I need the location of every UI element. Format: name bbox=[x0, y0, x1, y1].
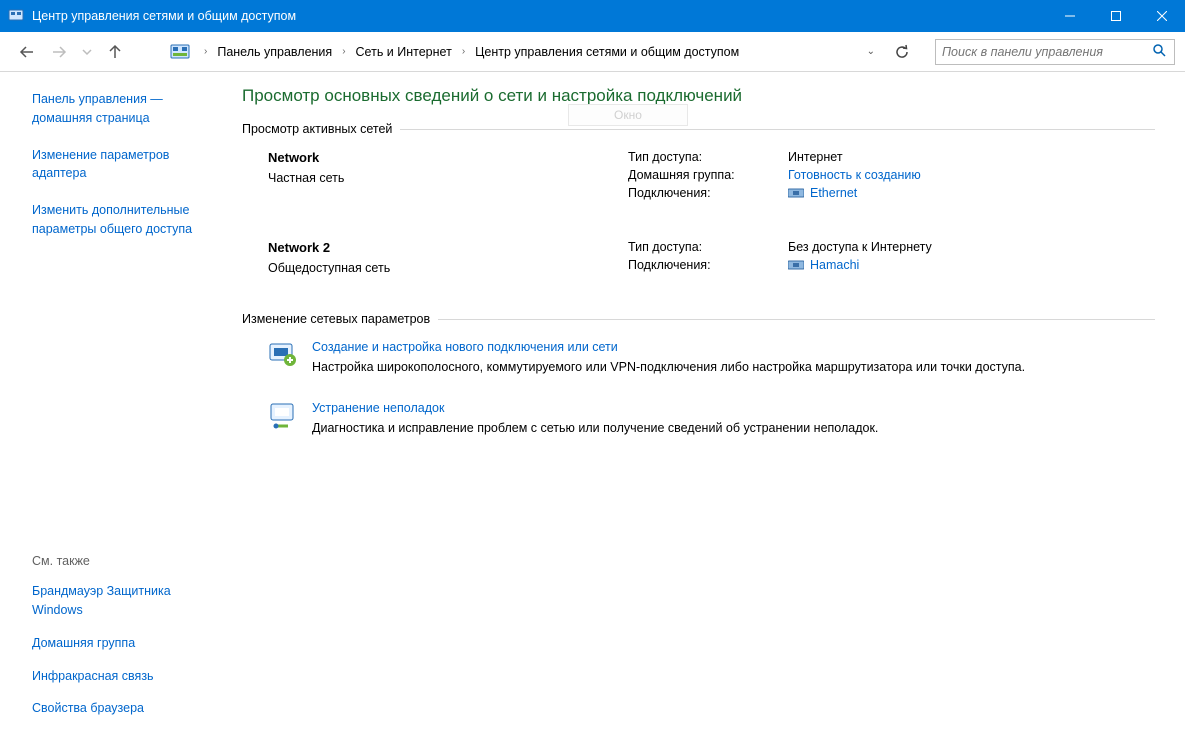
new-connection-icon bbox=[268, 340, 298, 370]
setting-title[interactable]: Устранение неполадок bbox=[312, 401, 878, 415]
main-content: Просмотр основных сведений о сети и наст… bbox=[240, 72, 1185, 742]
change-settings-header: Изменение сетевых параметров bbox=[242, 312, 1155, 326]
setting-item-troubleshoot: Устранение неполадок Диагностика и испра… bbox=[268, 401, 1028, 438]
active-networks-header: Просмотр активных сетей bbox=[242, 122, 1155, 136]
network-name: Network 2 bbox=[268, 240, 628, 255]
breadcrumb-item[interactable]: Центр управления сетями и общим доступом bbox=[475, 45, 739, 59]
chevron-right-icon: › bbox=[204, 46, 207, 57]
maximize-button[interactable] bbox=[1093, 0, 1139, 32]
recent-locations-button[interactable] bbox=[82, 43, 92, 61]
breadcrumb[interactable]: › Панель управления › Сеть и Интернет › … bbox=[204, 45, 875, 59]
titlebar: Центр управления сетями и общим доступом bbox=[0, 0, 1185, 32]
access-type-value: Интернет bbox=[788, 150, 843, 164]
page-title: Просмотр основных сведений о сети и наст… bbox=[242, 86, 1155, 106]
toolbar: › Панель управления › Сеть и Интернет › … bbox=[0, 32, 1185, 72]
search-icon[interactable] bbox=[1152, 43, 1168, 60]
window-title: Центр управления сетями и общим доступом bbox=[32, 9, 1047, 23]
breadcrumb-item[interactable]: Панель управления bbox=[217, 45, 332, 59]
search-input[interactable] bbox=[942, 45, 1152, 59]
up-button[interactable] bbox=[106, 43, 124, 61]
forward-button[interactable] bbox=[50, 43, 68, 61]
setting-title[interactable]: Создание и настройка нового подключения … bbox=[312, 340, 1025, 354]
location-dropdown-button[interactable]: ⌄ bbox=[867, 46, 875, 57]
sidebar-link-homegroup[interactable]: Домашняя группа bbox=[32, 634, 222, 653]
refresh-button[interactable] bbox=[889, 39, 915, 65]
close-button[interactable] bbox=[1139, 0, 1185, 32]
sidebar-link-advanced-sharing[interactable]: Изменить дополнительные параметры общего… bbox=[32, 201, 222, 239]
connections-label: Подключения: bbox=[628, 186, 788, 200]
setting-desc: Диагностика и исправление проблем с сеть… bbox=[312, 419, 878, 438]
access-type-label: Тип доступа: bbox=[628, 150, 788, 164]
divider bbox=[438, 319, 1155, 320]
search-box[interactable] bbox=[935, 39, 1175, 65]
chevron-right-icon: › bbox=[342, 46, 345, 57]
access-type-value: Без доступа к Интернету bbox=[788, 240, 932, 254]
network-block: Network Частная сеть Тип доступа: Интерн… bbox=[242, 150, 1155, 204]
sidebar-link-home[interactable]: Панель управления — домашняя страница bbox=[32, 90, 222, 128]
connection-link[interactable]: Ethernet bbox=[810, 186, 857, 200]
network-type: Общедоступная сеть bbox=[268, 261, 628, 275]
minimize-button[interactable] bbox=[1047, 0, 1093, 32]
homegroup-label: Домашняя группа: bbox=[628, 168, 788, 182]
location-icon bbox=[170, 42, 190, 62]
see-also-header: См. также bbox=[32, 554, 230, 568]
app-icon bbox=[8, 8, 24, 24]
troubleshoot-icon bbox=[268, 401, 298, 431]
sidebar-link-firewall[interactable]: Брандмауэр Защитника Windows bbox=[32, 582, 222, 620]
sidebar-link-internet-options[interactable]: Свойства браузера bbox=[32, 699, 222, 718]
divider bbox=[400, 129, 1155, 130]
sidebar-link-adapter-settings[interactable]: Изменение параметров адаптера bbox=[32, 146, 222, 184]
sidebar: Панель управления — домашняя страница Из… bbox=[0, 72, 240, 742]
setting-desc: Настройка широкополосного, коммутируемог… bbox=[312, 358, 1025, 377]
access-type-label: Тип доступа: bbox=[628, 240, 788, 254]
homegroup-link[interactable]: Готовность к созданию bbox=[788, 168, 921, 182]
ethernet-icon bbox=[788, 187, 804, 199]
network-type: Частная сеть bbox=[268, 171, 628, 185]
sidebar-link-infrared[interactable]: Инфракрасная связь bbox=[32, 667, 222, 686]
connection-link[interactable]: Hamachi bbox=[810, 258, 859, 272]
back-button[interactable] bbox=[18, 43, 36, 61]
breadcrumb-item[interactable]: Сеть и Интернет bbox=[356, 45, 452, 59]
network-name: Network bbox=[268, 150, 628, 165]
setting-item-new-connection: Создание и настройка нового подключения … bbox=[268, 340, 1028, 377]
chevron-right-icon: › bbox=[462, 46, 465, 57]
window-buttons bbox=[1047, 0, 1185, 32]
see-also-section: См. также Брандмауэр Защитника Windows Д… bbox=[32, 554, 230, 732]
ethernet-icon bbox=[788, 259, 804, 271]
connections-label: Подключения: bbox=[628, 258, 788, 272]
network-block: Network 2 Общедоступная сеть Тип доступа… bbox=[242, 240, 1155, 276]
